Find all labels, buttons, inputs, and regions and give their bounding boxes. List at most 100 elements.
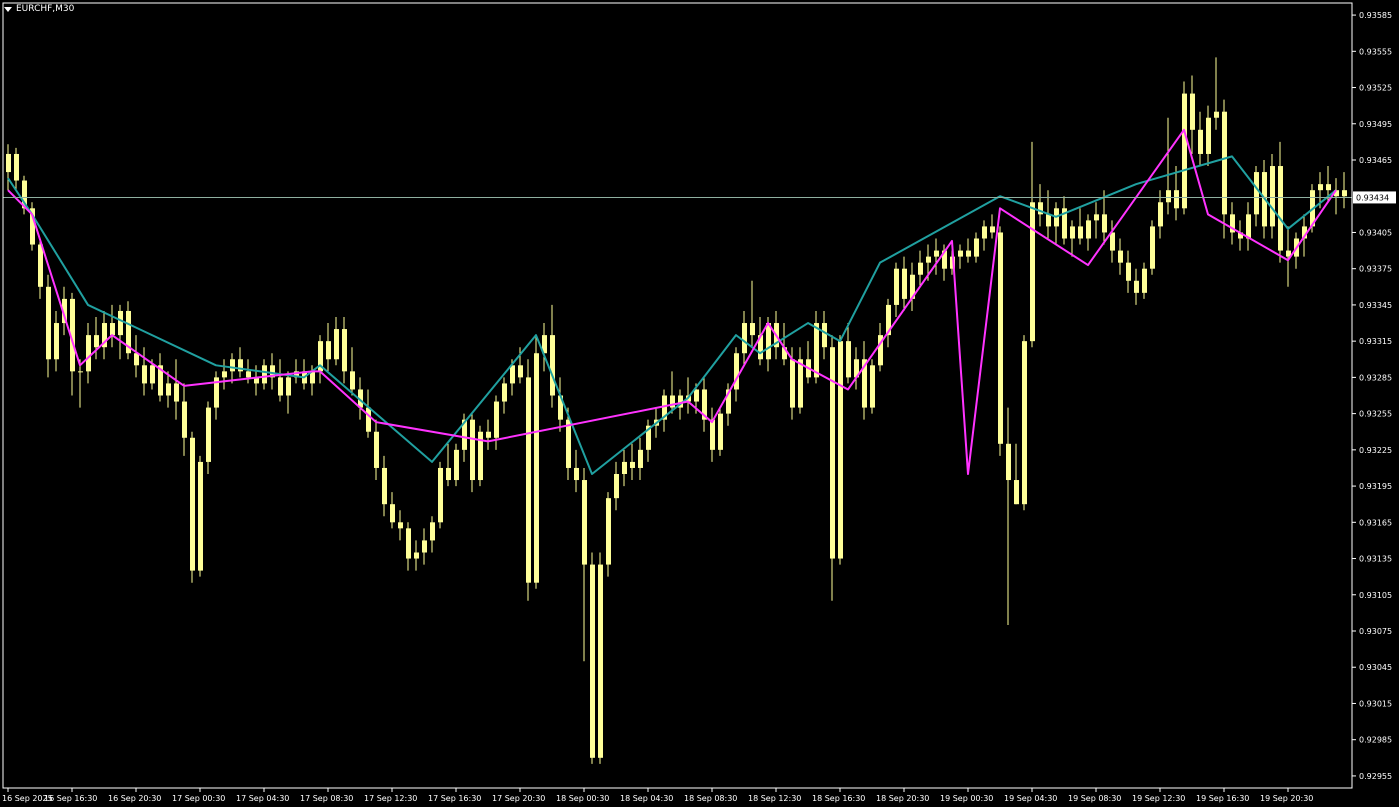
candle-body [94,335,99,348]
candle-body [502,383,507,402]
candle-body [142,365,147,384]
candle-body [1342,190,1347,197]
candle-body [286,377,291,396]
candle-body [454,449,459,481]
y-tick-label: 0.93135 [1359,555,1392,564]
candle-body [406,528,411,559]
y-tick-label: 0.93375 [1359,265,1392,274]
candle-body [382,467,387,505]
candle-body [1182,93,1187,209]
candle-body [1158,202,1163,227]
candle-body [566,419,571,468]
candle-body [894,268,899,305]
candle-body [958,250,963,257]
candle-body [326,341,331,360]
y-tick-label: 0.93315 [1359,337,1392,346]
candle-body [750,323,755,336]
candle-body [1166,190,1171,203]
y-tick-label: 0.93465 [1359,156,1392,165]
y-tick-label: 0.93345 [1359,301,1392,310]
candle-body [334,329,339,360]
candle-body [582,480,587,565]
candle-body [902,268,907,299]
candle-body [990,226,995,233]
candle-body [550,335,555,396]
candle-body [1086,220,1091,239]
candle-body [398,522,403,529]
candle-body [982,226,987,239]
candle-body [1094,214,1099,221]
candle-body [230,359,235,372]
candle-body [766,323,771,360]
chart-title[interactable]: EURCHF,M30 [4,4,74,14]
candle-body [1278,166,1283,251]
candle-body [278,377,283,396]
x-tick-label: 17 Sep 08:30 [300,794,353,803]
candle-body [190,437,195,571]
candle-body [694,389,699,402]
candle-body [342,329,347,372]
y-tick-label: 0.93585 [1359,11,1392,20]
collapse-triangle-icon[interactable] [4,6,12,12]
y-tick-label: 0.93015 [1359,699,1392,708]
candle-body [38,244,43,287]
y-tick-label: 0.93225 [1359,446,1392,455]
candle-body [14,153,19,181]
candle-body [510,365,515,384]
candle-body [1006,443,1011,481]
candle-body [734,353,739,390]
candle-body [790,359,795,408]
candle-body [1254,172,1259,215]
y-tick-label: 0.93285 [1359,373,1392,382]
candle-body [150,365,155,384]
candle-body [198,461,203,571]
candle-body [1014,480,1019,505]
x-tick-label: 18 Sep 00:30 [556,794,609,803]
candle-body [1030,202,1035,342]
candle-body [494,401,499,438]
y-tick-label: 0.93255 [1359,410,1392,419]
x-tick-label: 19 Sep 04:30 [1004,794,1057,803]
candle-body [430,522,435,541]
candle-body [1190,93,1195,130]
candle-body [366,407,371,432]
candle-body [438,467,443,523]
candle-body [742,323,747,354]
candle-body [1222,111,1227,215]
candle-body [846,341,851,378]
candle-body [222,371,227,378]
y-tick-label: 0.93165 [1359,518,1392,527]
x-tick-label: 18 Sep 04:30 [620,794,673,803]
candle-body [262,365,267,384]
y-tick-label: 0.92985 [1359,736,1392,745]
candle-body [926,256,931,263]
x-tick-label: 18 Sep 12:30 [748,794,801,803]
candle-body [110,323,115,336]
candle-body [1326,184,1331,191]
y-tick-label: 0.93405 [1359,228,1392,237]
candle-body [614,474,619,499]
candle-body [1022,341,1027,505]
candle-body [1070,226,1075,239]
candle-body [918,262,923,275]
candle-body [1110,232,1115,251]
candle-body [830,347,835,559]
candle-body [606,498,611,565]
candle-body [1206,117,1211,154]
candle-body [838,341,843,559]
candle-body [1046,214,1051,227]
candle-body [166,383,171,396]
candle-body [822,323,827,348]
candle-body [710,419,715,450]
y-tick-label: 0.93045 [1359,663,1392,672]
x-tick-label: 17 Sep 04:30 [236,794,289,803]
x-tick-label: 19 Sep 08:30 [1068,794,1121,803]
candle-body [206,407,211,462]
candle-body [1142,268,1147,293]
candle-body [590,564,595,758]
candlestick-chart[interactable]: 0.93585 0.93555 0.93525 0.93495 0.93465 0.934… [0,0,1399,807]
x-tick-label: 19 Sep 00:30 [940,794,993,803]
candle-body [518,365,523,378]
candle-body [182,401,187,438]
y-tick-label: 0.93105 [1359,591,1392,600]
